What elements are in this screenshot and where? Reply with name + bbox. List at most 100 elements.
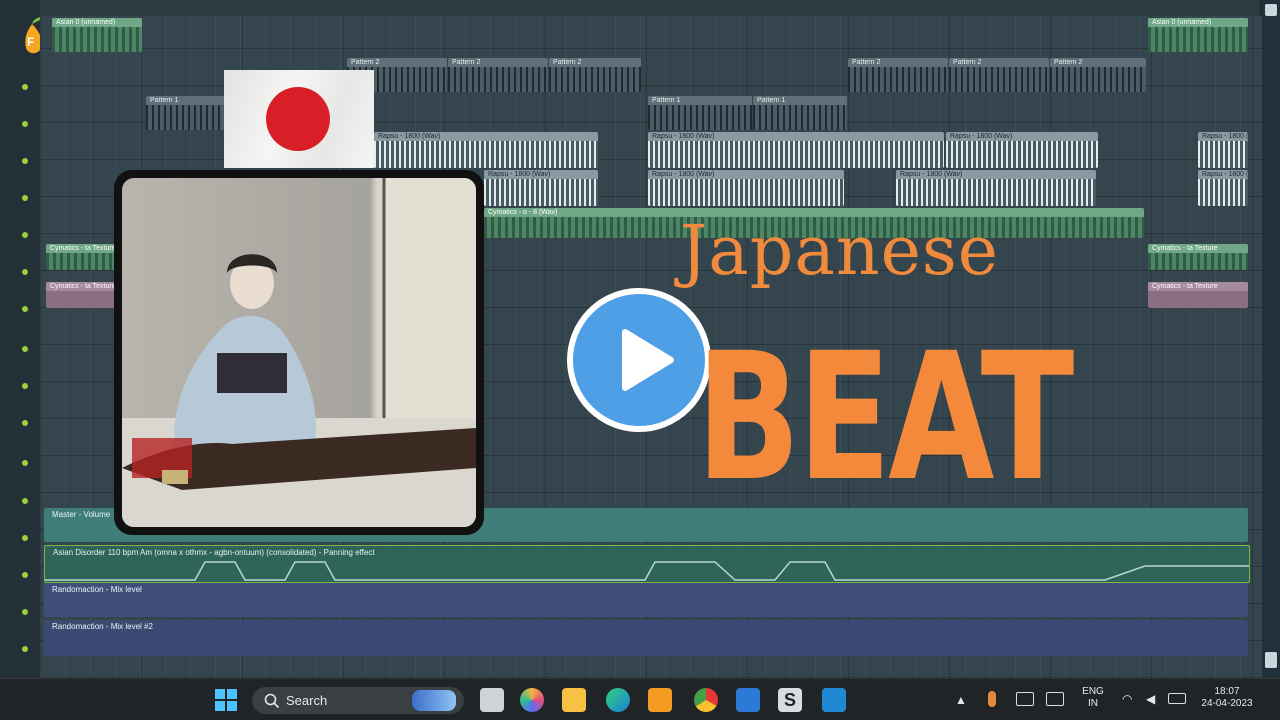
track-sidebar: F <box>0 0 44 678</box>
chrome-icon[interactable] <box>694 688 718 712</box>
automation-label: Asian Disorder 110 bpm Am (omna x othmx … <box>53 548 375 557</box>
pattern-clip[interactable]: Pattern 2 <box>549 58 641 92</box>
pattern-clip[interactable]: Pattern 2 <box>848 58 948 92</box>
audio-clip[interactable]: Rapsu - 1800 (Wav) <box>946 132 1098 168</box>
clip-label: Cymatics - ta Texture <box>1148 282 1248 291</box>
search-highlight-image <box>412 690 456 711</box>
play-button[interactable] <box>567 288 711 432</box>
pattern-clip[interactable]: Pattern 1 <box>648 96 752 130</box>
title-beat: BEAT <box>696 315 1074 520</box>
track-dot[interactable] <box>22 195 28 201</box>
tray-keyboard-icon[interactable] <box>1016 692 1034 706</box>
wifi-icon[interactable]: ◠ <box>1122 692 1132 706</box>
copilot-icon[interactable] <box>520 688 544 712</box>
title-japanese: Japanese <box>680 212 1000 291</box>
clip-label: Pattern 2 <box>1050 58 1146 67</box>
clip-label: Cymatics - ta Texture <box>1148 244 1248 253</box>
language-indicator[interactable]: ENG IN <box>1078 686 1108 710</box>
track-dot[interactable] <box>22 121 28 127</box>
audio-clip[interactable]: Rapsu - 1800 (Wav) <box>648 132 944 168</box>
clip-label: Rapsu - 1800 (Wav) <box>1198 132 1248 141</box>
track-dot[interactable] <box>22 609 28 615</box>
clip-label: Rapsu - 1800 (Wav) <box>896 170 1096 179</box>
clock[interactable]: 18:07 24-04-2023 <box>1196 686 1258 710</box>
clock-time: 18:07 <box>1214 686 1240 697</box>
track-dot[interactable] <box>22 646 28 652</box>
tray-chevron-icon[interactable]: ▲ <box>955 693 967 707</box>
pattern-clip[interactable]: Pattern 1 <box>753 96 847 130</box>
svg-text:F: F <box>27 35 34 49</box>
search-placeholder: Search <box>286 693 328 708</box>
tray-display-icon[interactable] <box>1046 692 1064 706</box>
audio-clip[interactable]: Cymatics - ta Texture <box>1148 282 1248 308</box>
volume-icon[interactable]: ◀ <box>1146 692 1155 706</box>
battery-icon[interactable] <box>1168 693 1186 704</box>
automation-label: Randomaction - Mix level #2 <box>52 622 153 631</box>
track-dot[interactable] <box>22 232 28 238</box>
track-dot[interactable] <box>22 269 28 275</box>
audio-clip[interactable]: Rapsu - 1800 (Wav) <box>1198 170 1248 206</box>
automation-clip-mix-level[interactable]: Randomaction - Mix level <box>44 583 1248 617</box>
flag-sun <box>266 87 330 151</box>
koto-player-illustration <box>122 178 476 527</box>
s-app-icon[interactable]: S <box>778 688 802 712</box>
file-explorer-icon[interactable] <box>562 688 586 712</box>
pattern-clip[interactable]: Pattern 2 <box>448 58 548 92</box>
pattern-clip[interactable]: Pattern 2 <box>949 58 1049 92</box>
clip-label: Rapsu - 1800 (Wav) <box>946 132 1098 141</box>
japan-flag-image <box>224 70 374 168</box>
playlist-clip[interactable]: Asian 0 (unnamed) <box>52 18 142 52</box>
play-triangle-icon <box>622 329 674 391</box>
track-dot[interactable] <box>22 420 28 426</box>
track-dot[interactable] <box>22 460 28 466</box>
audio-clip[interactable]: Rapsu - 1800 (Wav) <box>648 170 844 206</box>
timeline-ruler[interactable] <box>40 0 1260 17</box>
track-dot[interactable] <box>22 498 28 504</box>
clip-label: Pattern 2 <box>949 58 1049 67</box>
desktop-screen: F Asian 0 (unnamed) Asian 0 (unnamed) Pa… <box>0 0 1280 720</box>
taskbar-search-box[interactable]: Search <box>252 687 464 714</box>
language-code: ENG <box>1082 686 1104 697</box>
automation-clip-panning[interactable]: Asian Disorder 110 bpm Am (omna x othmx … <box>44 545 1250 583</box>
vertical-scrollbar[interactable] <box>1262 0 1280 678</box>
region-code: IN <box>1088 698 1098 709</box>
clock-date: 24-04-2023 <box>1201 698 1253 709</box>
track-dot[interactable] <box>22 383 28 389</box>
pattern-clip[interactable]: Pattern 2 <box>1050 58 1146 92</box>
audio-clip[interactable]: Cymatics - ta Texture <box>1148 244 1248 270</box>
clip-label: Rapsu - 1800 (Wav) <box>484 170 598 179</box>
clip-label: Rapsu - 1800 (Wav) <box>648 132 944 141</box>
audio-clip[interactable]: Rapsu - 1800 (Wav) <box>374 132 598 168</box>
track-dot[interactable] <box>22 346 28 352</box>
audio-clip[interactable]: Rapsu - 1800 (Wav) <box>896 170 1096 206</box>
clip-label: Pattern 1 <box>753 96 847 105</box>
audio-clip[interactable]: Rapsu - 1800 (Wav) <box>484 170 598 206</box>
track-dot[interactable] <box>22 84 28 90</box>
track-dot[interactable] <box>22 158 28 164</box>
track-dot[interactable] <box>22 535 28 541</box>
audio-clip[interactable]: Rapsu - 1800 (Wav) <box>1198 132 1248 168</box>
clip-label: Pattern 1 <box>146 96 224 105</box>
clip-label: Rapsu - 1800 (Wav) <box>648 170 844 179</box>
fl-studio-icon[interactable] <box>648 688 672 712</box>
playlist-clip[interactable]: Asian 0 (unnamed) <box>1148 18 1248 52</box>
clip-label: Pattern 2 <box>549 58 641 67</box>
clip-label: Pattern 1 <box>648 96 752 105</box>
automation-clip-mix-level-2[interactable]: Randomaction - Mix level #2 <box>44 620 1248 656</box>
clip-label: Pattern 2 <box>448 58 548 67</box>
clip-label: Asian 0 (unnamed) <box>1148 18 1248 27</box>
windows-taskbar: Search S ▲ ENG IN ◠ ◀ 18:07 24-04-2023 <box>0 678 1280 720</box>
edge-browser-icon[interactable] <box>606 688 630 712</box>
pattern-clip[interactable]: Pattern 1 <box>146 96 224 130</box>
clip-label: Pattern 2 <box>848 58 948 67</box>
clip-label: Rapsu - 1800 (Wav) <box>374 132 598 141</box>
clip-label: Pattern 2 <box>347 58 447 67</box>
tray-app-icon[interactable] <box>988 691 996 707</box>
vscode-icon[interactable] <box>822 688 846 712</box>
windows-start-icon[interactable] <box>214 688 238 712</box>
track-dot[interactable] <box>22 306 28 312</box>
search-icon <box>264 693 280 709</box>
photos-icon[interactable] <box>736 688 760 712</box>
track-dot[interactable] <box>22 572 28 578</box>
task-view-icon[interactable] <box>480 688 504 712</box>
